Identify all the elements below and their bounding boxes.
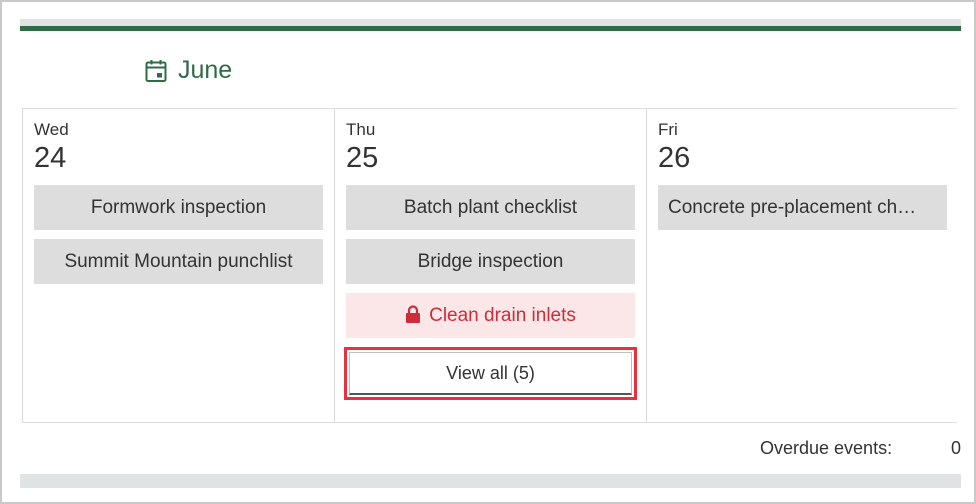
lock-icon (406, 305, 421, 323)
event-item-locked[interactable]: Clean drain inlets (346, 293, 635, 338)
overdue-events-label: Overdue events: (760, 438, 893, 458)
overdue-events-count: 0 (951, 438, 962, 458)
day-number: 24 (34, 142, 67, 174)
view-all-button[interactable]: View all (5) (349, 352, 632, 395)
day-of-week: Thu (346, 120, 376, 139)
week-calendar: Wed 24 Formwork inspection Summit Mounta… (22, 108, 957, 423)
window-frame: June Wed 24 Formwork inspection Summit M… (0, 0, 976, 504)
event-label: Clean drain inlets (429, 305, 576, 326)
day-column-thu: Thu 25 Batch plant checklist Bridge insp… (335, 109, 647, 422)
day-of-week: Fri (658, 120, 678, 139)
view-all-highlight: View all (5) (344, 347, 637, 400)
day-column-wed: Wed 24 Formwork inspection Summit Mounta… (23, 109, 335, 422)
event-item[interactable]: Bridge inspection (346, 239, 635, 284)
event-item[interactable]: Summit Mountain punchlist (34, 239, 323, 284)
event-item[interactable]: Formwork inspection (34, 185, 323, 230)
bottom-bar (20, 474, 961, 488)
day-number: 25 (346, 142, 379, 174)
top-accent-bar (20, 19, 961, 31)
event-item[interactable]: Concrete pre-placement ch… (658, 185, 947, 230)
month-header: June (145, 56, 232, 85)
day-column-fri: Fri 26 Concrete pre-placement ch… (647, 109, 958, 422)
month-title: June (178, 56, 233, 84)
day-number: 26 (658, 142, 691, 174)
event-item[interactable]: Batch plant checklist (346, 185, 635, 230)
calendar-icon (145, 59, 167, 82)
day-of-week: Wed (34, 120, 69, 139)
